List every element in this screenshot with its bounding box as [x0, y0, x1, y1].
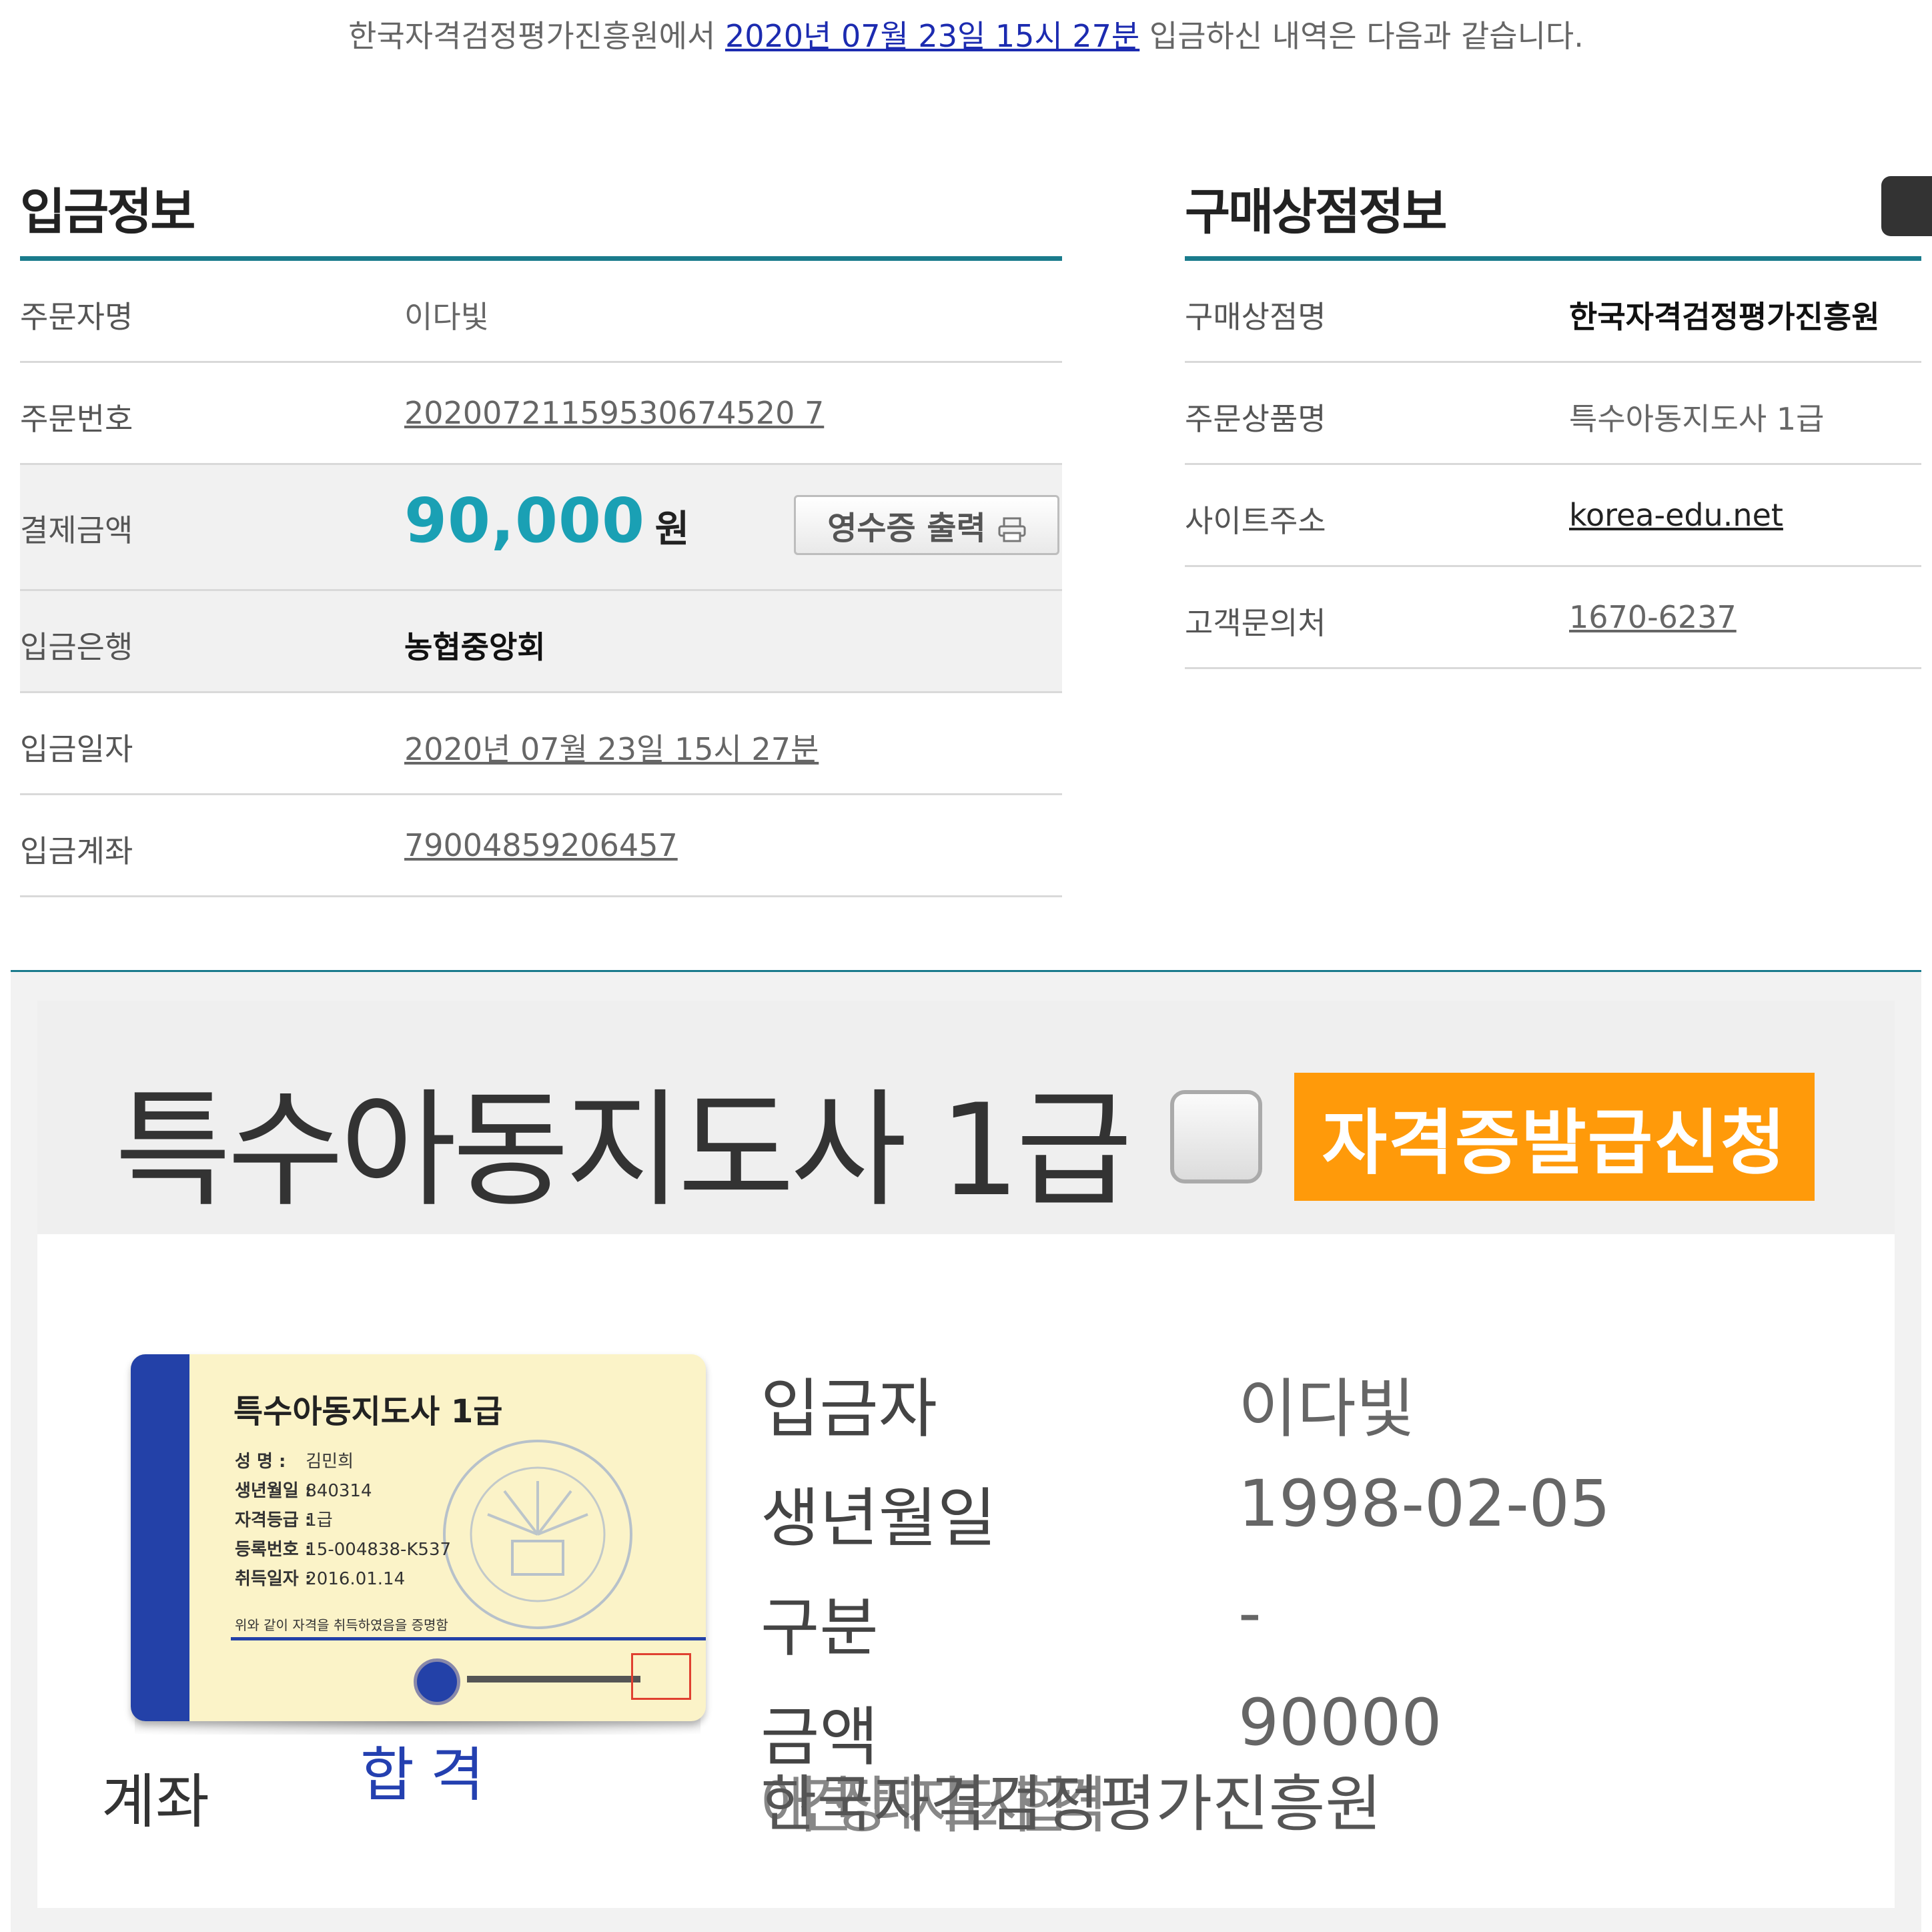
deposit-info-underline: [20, 256, 1062, 261]
card-stamp-icon: [631, 1653, 691, 1700]
intro-date-link[interactable]: 2020년 07월 23일 15시 27분: [725, 18, 1139, 54]
detail-value-category: -: [1238, 1576, 1262, 1650]
detail-label-category: 구분: [761, 1590, 879, 1665]
row-orderer-name: 주문자명 이다빛: [20, 261, 1062, 363]
payment-amount: 90,000 원: [404, 485, 689, 556]
card-field-value: 김민희: [306, 1452, 354, 1472]
customer-contact-label: 고객문의처: [1185, 605, 1326, 641]
card-field: 성 명 : 김민희: [235, 1448, 354, 1472]
intro-suffix: 입금하신 내역은 다음과 같습니다.: [1139, 18, 1584, 54]
card-field: 취득일자 : 2016.01.14: [235, 1565, 405, 1590]
deposit-account-link[interactable]: 79004859206457: [404, 827, 678, 863]
card-stripe: [131, 1354, 189, 1721]
customer-contact-link[interactable]: 1670-6237: [1569, 599, 1737, 635]
card-field-value: 840314: [306, 1481, 372, 1501]
row-deposit-account: 입금계좌 79004859206457: [20, 795, 1062, 897]
orderer-name-value: 이다빛: [404, 299, 489, 335]
card-field-label: 취득일자 :: [235, 1569, 312, 1589]
row-site-url: 사이트주소 korea-edu.net: [1185, 465, 1921, 567]
deposit-info-title: 입금정보: [20, 183, 195, 241]
apply-checkbox[interactable]: [1170, 1090, 1262, 1183]
card-field-value: 1급: [306, 1510, 333, 1530]
card-logo-icon: [414, 1658, 460, 1705]
card-field: 자격등급 : 1급: [235, 1506, 333, 1531]
store-name-label: 구매상점명: [1185, 299, 1326, 335]
deposit-bank-value: 농협중앙회: [404, 629, 546, 665]
card-field-value: 15-004838-K537: [306, 1540, 452, 1560]
overlap-text-b: 애견장례지도사 합격: [761, 1770, 1108, 1841]
site-url-link[interactable]: korea-edu.net: [1569, 497, 1783, 533]
order-number-label: 주문번호: [20, 401, 133, 437]
store-info-underline: [1185, 256, 1921, 261]
card-note: 위와 같이 자격을 취득하였음을 증명함: [235, 1617, 448, 1633]
card-logo-text: [467, 1676, 640, 1682]
card-field-label: 등록번호 :: [235, 1540, 312, 1560]
card-seal-icon: [443, 1440, 632, 1629]
row-product-name: 주문상품명 특수아동지도사 1급: [1185, 363, 1921, 465]
print-receipt-label: 영수증 출력: [827, 510, 986, 547]
detail-value-birthdate: 1998-02-05: [1238, 1466, 1610, 1541]
store-info-title: 구매상점정보: [1185, 183, 1447, 241]
product-name-label: 주문상품명: [1185, 401, 1326, 437]
intro-text: 한국자격검정평가진흥원에서 2020년 07월 23일 15시 27분 입금하신…: [0, 12, 1932, 56]
deposit-date-link[interactable]: 2020년 07월 23일 15시 27분: [404, 725, 819, 769]
row-deposit-bank: 입금은행 농협중앙회: [20, 591, 1062, 693]
row-deposit-date: 입금일자 2020년 07월 23일 15시 27분: [20, 693, 1062, 795]
side-tab-button[interactable]: [1881, 176, 1932, 236]
payment-amount-value: 90,000: [404, 485, 646, 556]
card-field: 등록번호 : 15-004838-K537: [235, 1536, 451, 1560]
detail-label-depositor: 입금자: [761, 1372, 937, 1446]
payment-amount-unit: 원: [654, 508, 690, 551]
print-receipt-button[interactable]: 영수증 출력: [794, 495, 1059, 555]
site-url-label: 사이트주소: [1185, 503, 1326, 539]
apply-certificate-button[interactable]: 자격증발급신청: [1294, 1073, 1815, 1201]
card-field-label: 자격등급 :: [235, 1510, 312, 1530]
row-customer-contact: 고객문의처 1670-6237: [1185, 567, 1921, 669]
card-rule: [231, 1637, 706, 1640]
card-field: 생년월일 : 840314: [235, 1477, 372, 1502]
card-caption-account: 계좌: [101, 1767, 209, 1836]
card-field-label: 생년월일 :: [235, 1481, 312, 1501]
detail-value-amount: 90000: [1238, 1685, 1442, 1760]
orderer-name-label: 주문자명: [20, 299, 133, 335]
card-caption-pass: 합격: [360, 1741, 500, 1809]
card-field-label: 성 명 :: [235, 1452, 286, 1472]
deposit-bank-label: 입금은행: [20, 629, 133, 665]
license-card-image: 특수아동지도사 1급 성 명 : 김민희 생년월일 : 840314 자격등급 …: [131, 1354, 706, 1721]
card-title: 특수아동지도사 1급: [233, 1393, 503, 1430]
certificate-title: 특수아동지도사 1급: [115, 1077, 1133, 1224]
detail-label-birthdate: 생년월일: [761, 1481, 997, 1556]
deposit-date-label: 입금일자: [20, 731, 133, 767]
product-name-value: 특수아동지도사 1급: [1569, 401, 1825, 437]
store-name-value: 한국자격검정평가진흥원: [1569, 299, 1880, 335]
intro-prefix: 한국자격검정평가진흥원에서: [348, 18, 725, 54]
detail-value-depositor: 이다빛: [1238, 1372, 1415, 1446]
printer-icon: [998, 513, 1026, 542]
card-field-value: 2016.01.14: [306, 1569, 406, 1589]
row-store-name: 구매상점명 한국자격검정평가진흥원: [1185, 261, 1921, 363]
payment-amount-label: 결제금액: [20, 512, 133, 548]
order-number-link[interactable]: 20200721159530674520 7: [404, 395, 824, 431]
deposit-account-label: 입금계좌: [20, 833, 133, 869]
row-order-number: 주문번호 20200721159530674520 7: [20, 363, 1062, 465]
